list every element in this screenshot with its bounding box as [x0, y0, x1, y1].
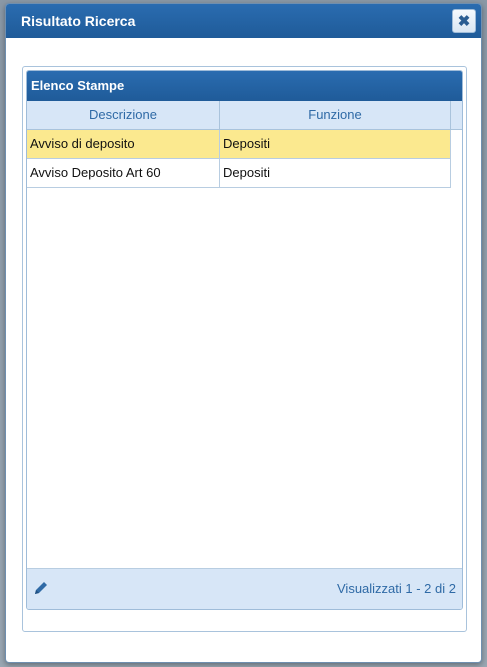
pencil-icon[interactable] — [33, 580, 49, 596]
pager-info: Visualizzati 1 - 2 di 2 — [337, 581, 456, 596]
table-row[interactable]: Avviso Deposito Art 60 Depositi — [27, 159, 451, 188]
dialog-content: Elenco Stampe Descrizione Funzione Avvis… — [22, 66, 467, 632]
dialog-titlebar[interactable]: Risultato Ricerca ✖ — [6, 4, 481, 38]
cell-funzione: Depositi — [220, 130, 451, 158]
cell-descrizione: Avviso Deposito Art 60 — [27, 159, 220, 187]
column-header-descrizione[interactable]: Descrizione — [27, 101, 220, 129]
search-result-dialog: Risultato Ricerca ✖ Elenco Stampe Descri… — [5, 3, 482, 663]
column-header-filler — [451, 101, 462, 129]
column-header-funzione[interactable]: Funzione — [220, 101, 451, 129]
close-icon: ✖ — [457, 13, 471, 30]
cell-descrizione: Avviso di deposito — [27, 130, 220, 158]
grid-footer: Visualizzati 1 - 2 di 2 — [27, 568, 462, 609]
cell-funzione: Depositi — [220, 159, 451, 187]
table-row[interactable]: Avviso di deposito Depositi — [27, 130, 451, 159]
close-button[interactable]: ✖ — [452, 9, 476, 33]
grid-header: Descrizione Funzione — [27, 101, 462, 130]
grid-caption: Elenco Stampe — [27, 71, 462, 101]
dialog-title: Risultato Ricerca — [21, 13, 136, 29]
prints-grid: Elenco Stampe Descrizione Funzione Avvis… — [26, 70, 463, 610]
